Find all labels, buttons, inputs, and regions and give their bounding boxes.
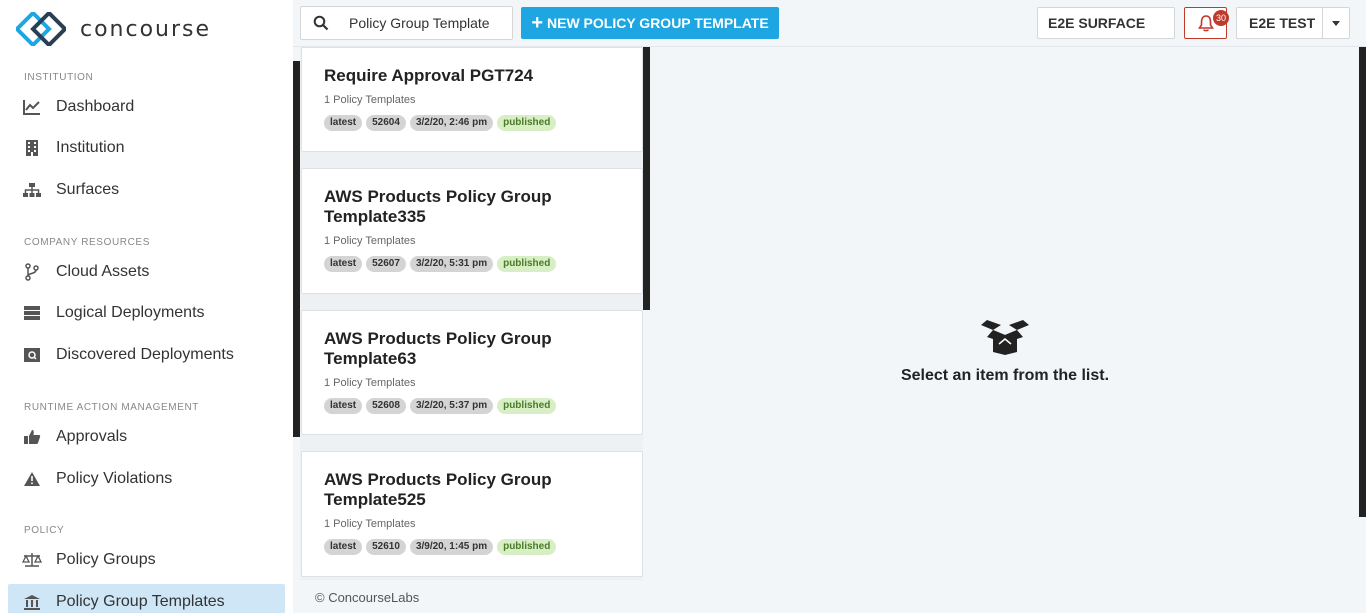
sidebar-item-discovered-deployments[interactable]: Discovered Deployments [8, 337, 285, 373]
card-subtitle: 1 Policy Templates [324, 235, 416, 247]
id-tag: 52604 [366, 115, 406, 131]
code-branch-icon [22, 262, 42, 282]
sidebar-item-label: Institution [56, 139, 125, 156]
user-menu-dropdown-button[interactable] [1322, 8, 1349, 38]
sidebar-item-label: Surfaces [56, 181, 120, 198]
empty-state-message: Select an item from the list. [900, 367, 1110, 384]
section-title-company-resources: COMPANY RESOURCES [24, 237, 150, 248]
card-title: AWS Products Policy Group Template63 [324, 329, 552, 368]
sidebar-item-logical-deployments[interactable]: Logical Deployments [8, 295, 285, 331]
sitemap-icon [22, 180, 42, 200]
plus-icon: + [531, 12, 543, 34]
version-tag: latest [324, 115, 363, 131]
sidebar-item-institution[interactable]: Institution [8, 130, 285, 166]
list-item[interactable]: AWS Products Policy Group Template335 1 … [301, 168, 643, 294]
sidebar-item-policy-violations[interactable]: Policy Violations [8, 461, 285, 497]
thumbs-up-icon [22, 427, 42, 447]
sidebar-item-label: Dashboard [56, 98, 135, 115]
sidebar-item-dashboard[interactable]: Dashboard [8, 89, 285, 125]
empty-state: Select an item from the list. [880, 318, 1130, 385]
search-icon [313, 15, 329, 36]
chart-line-icon [22, 97, 42, 117]
new-button-label: NEW POLICY GROUP TEMPLATE [547, 15, 769, 31]
sidebar-item-cloud-assets[interactable]: Cloud Assets [8, 254, 285, 290]
date-tag: 3/9/20, 1:45 pm [409, 539, 494, 555]
sidebar-item-policy-groups[interactable]: Policy Groups [8, 542, 285, 578]
sidebar-item-label: Discovered Deployments [56, 346, 234, 363]
warning-icon [22, 469, 42, 489]
server-icon [22, 303, 42, 323]
date-tag: 3/2/20, 5:37 pm [409, 398, 494, 414]
card-subtitle: 1 Policy Templates [324, 518, 416, 530]
sidebar-item-approvals[interactable]: Approvals [8, 419, 285, 455]
footer-copyright: © ConcourseLabs [315, 590, 420, 605]
list-item[interactable]: Require Approval PGT724 1 Policy Templat… [301, 47, 643, 152]
surface-label: E2E SURFACE [1048, 15, 1146, 31]
sidebar-item-label: Cloud Assets [56, 263, 150, 280]
version-tag: latest [324, 539, 363, 555]
caret-down-icon [1332, 20, 1341, 26]
logo[interactable]: concourse [16, 12, 211, 46]
notification-count-badge: 30 [1213, 10, 1229, 26]
id-tag: 52610 [366, 539, 406, 555]
card-subtitle: 1 Policy Templates [324, 377, 416, 389]
id-tag: 52608 [366, 398, 406, 414]
version-tag: latest [324, 398, 363, 414]
status-badge: published [497, 539, 557, 555]
bell-icon [1197, 15, 1214, 32]
sidebar-item-policy-group-templates[interactable]: Policy Group Templates [8, 584, 285, 613]
status-badge: published [497, 398, 557, 414]
user-menu[interactable]: E2E TEST [1236, 7, 1350, 39]
search-box[interactable] [300, 6, 513, 40]
sidebar-item-label: Approvals [56, 428, 128, 445]
card-title: Require Approval PGT724 [324, 66, 534, 85]
version-tag: latest [324, 256, 363, 272]
list-item[interactable]: AWS Products Policy Group Template63 1 P… [301, 310, 643, 435]
date-tag: 3/2/20, 2:46 pm [409, 115, 494, 131]
surface-selector-button[interactable]: E2E SURFACE [1037, 7, 1175, 39]
balance-scale-icon [22, 550, 42, 570]
search-server-icon [22, 345, 42, 365]
status-badge: published [497, 256, 557, 272]
concourse-logo-icon [16, 12, 66, 46]
sidebar-item-label: Policy Group Templates [56, 593, 225, 610]
open-box-icon [981, 320, 1029, 355]
section-title-institution: INSTITUTION [24, 72, 94, 83]
list-scrollbar-left[interactable] [293, 61, 300, 437]
page-scrollbar[interactable] [1359, 47, 1366, 517]
notifications-button[interactable]: 30 [1184, 7, 1229, 39]
landmark-icon [22, 592, 42, 612]
section-title-policy: POLICY [24, 525, 65, 536]
sidebar-item-label: Policy Groups [56, 551, 156, 568]
sidebar-item-label: Policy Violations [56, 470, 173, 487]
user-label: E2E TEST [1249, 15, 1316, 31]
card-subtitle: 1 Policy Templates [324, 94, 416, 106]
sidebar: concourse INSTITUTION Dashboard Institut… [0, 0, 293, 613]
sidebar-item-label: Logical Deployments [56, 304, 205, 321]
search-input[interactable] [349, 15, 499, 31]
id-tag: 52607 [366, 256, 406, 272]
sidebar-item-surfaces[interactable]: Surfaces [8, 172, 285, 208]
building-icon [22, 138, 42, 158]
status-badge: published [497, 115, 557, 131]
section-title-runtime-action-management: RUNTIME ACTION MANAGEMENT [24, 402, 200, 413]
new-policy-group-template-button[interactable]: + NEW POLICY GROUP TEMPLATE [521, 7, 779, 39]
card-title: AWS Products Policy Group Template525 [324, 470, 552, 509]
date-tag: 3/2/20, 5:31 pm [409, 256, 494, 272]
logo-text: concourse [80, 16, 212, 42]
list-scrollbar-right[interactable] [643, 47, 650, 310]
list-item[interactable]: AWS Products Policy Group Template525 1 … [301, 451, 643, 577]
card-title: AWS Products Policy Group Template335 [324, 187, 552, 226]
